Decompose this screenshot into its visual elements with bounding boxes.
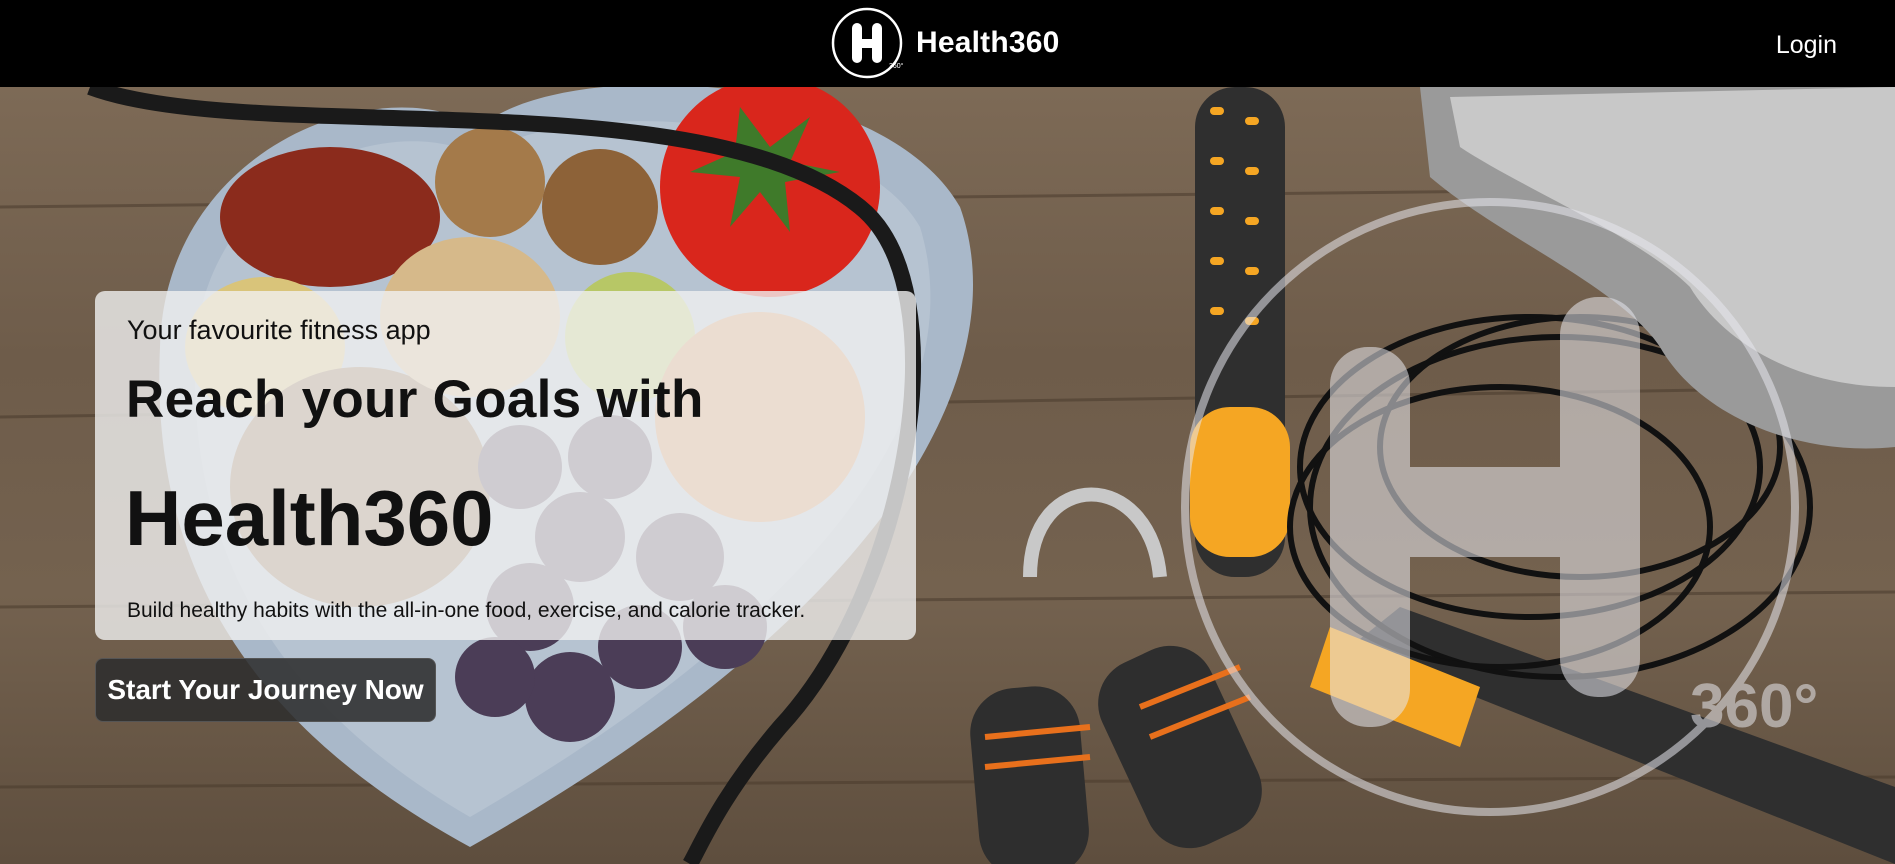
login-link[interactable]: Login <box>1776 31 1837 60</box>
health360-logo-icon: 360° <box>831 7 904 79</box>
brand-name: Health360 <box>916 26 1060 59</box>
hero-tagline: Your favourite fitness app <box>127 315 431 345</box>
hero-card: Your favourite fitness app Reach your Go… <box>95 291 916 640</box>
start-journey-button[interactable]: Start Your Journey Now <box>95 658 436 722</box>
svg-text:360°: 360° <box>1690 672 1818 741</box>
hero-brand-name: Health360 <box>125 474 494 562</box>
hero-section: 360° Your favourite fitness app Reach yo… <box>0 87 1895 864</box>
hero-description: Build healthy habits with the all-in-one… <box>127 599 806 622</box>
hero-headline: Reach your Goals with <box>126 370 704 429</box>
svg-text:360°: 360° <box>889 62 904 70</box>
brand-home-link[interactable]: 360° Health360 <box>830 4 1060 82</box>
top-navbar: 360° Health360 Login <box>0 0 1895 87</box>
